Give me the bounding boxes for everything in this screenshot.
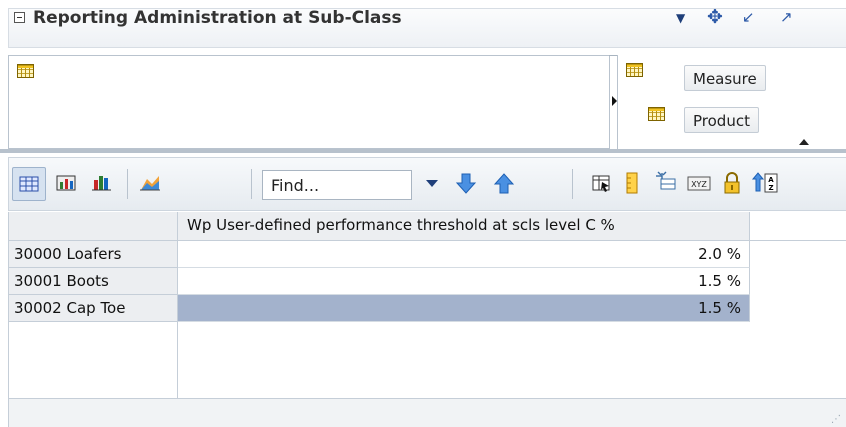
table-corner bbox=[9, 212, 178, 241]
row-header[interactable]: 30002 Cap Toe bbox=[9, 295, 178, 322]
table-view-button[interactable] bbox=[12, 167, 46, 201]
svg-text:Z: Z bbox=[768, 184, 773, 192]
column-edge-dropzone[interactable] bbox=[8, 55, 610, 149]
svg-text:XYZ: XYZ bbox=[691, 180, 707, 189]
find-input[interactable]: Find... bbox=[262, 170, 412, 200]
arrow-up-icon bbox=[493, 173, 515, 194]
highlight-button[interactable] bbox=[616, 167, 650, 201]
arrow-down-icon bbox=[455, 173, 477, 194]
area-chart-button[interactable] bbox=[134, 167, 168, 201]
move-icon[interactable]: ✥ bbox=[707, 6, 723, 28]
row-header[interactable]: 30000 Loafers bbox=[9, 241, 178, 268]
table-cell[interactable]: 1.5 % bbox=[178, 268, 750, 295]
row-edge-dropzone[interactable]: Measure Product bbox=[617, 55, 846, 149]
toolbar-separator bbox=[127, 169, 128, 199]
dropdown-icon[interactable]: ▼ bbox=[676, 11, 685, 25]
layout-item-measure[interactable]: Measure bbox=[684, 65, 766, 91]
xyz-icon: XYZ bbox=[687, 176, 711, 191]
chart-view-button[interactable] bbox=[86, 167, 120, 201]
chart-table-icon bbox=[56, 175, 76, 191]
find-next-button[interactable] bbox=[450, 167, 484, 201]
collapse-icon[interactable] bbox=[14, 12, 25, 23]
find-previous-button[interactable] bbox=[488, 167, 522, 201]
detach-button[interactable] bbox=[585, 167, 619, 201]
grid-icon bbox=[647, 107, 665, 121]
find-dropdown-icon[interactable] bbox=[426, 180, 438, 187]
collapse-up-icon[interactable] bbox=[799, 139, 809, 145]
chart-table-view-button[interactable] bbox=[50, 167, 84, 201]
grid-icon bbox=[626, 63, 643, 77]
sort-az-icon: A Z bbox=[751, 172, 778, 193]
resize-grip-icon[interactable]: ⋰ bbox=[831, 414, 841, 425]
layout-item-product[interactable]: Product bbox=[684, 107, 759, 133]
highlight-icon bbox=[626, 172, 638, 194]
row-header-filler bbox=[9, 322, 178, 398]
lock-button[interactable] bbox=[716, 167, 750, 201]
table-cell-selected[interactable]: 1.5 % bbox=[178, 295, 750, 322]
panel-title: Reporting Administration at Sub-Class bbox=[33, 8, 402, 28]
lock-icon bbox=[724, 172, 740, 194]
status-bar: ⋰ bbox=[8, 398, 846, 427]
table-icon bbox=[19, 176, 39, 192]
bar-chart-icon bbox=[92, 176, 111, 191]
data-table: Wp User-defined performance threshold at… bbox=[8, 212, 846, 398]
toolbar-separator bbox=[572, 169, 573, 199]
freeze-icon bbox=[656, 171, 676, 190]
table-cell[interactable]: 2.0 % bbox=[178, 241, 750, 268]
layout-splitter[interactable] bbox=[0, 149, 846, 153]
expand-icon[interactable]: ↗ bbox=[780, 8, 793, 26]
row-header[interactable]: 30001 Boots bbox=[9, 268, 178, 295]
shrink-icon[interactable]: ↙ bbox=[742, 8, 755, 26]
separator bbox=[609, 55, 617, 56]
column-header[interactable]: Wp User-defined performance threshold at… bbox=[178, 212, 750, 241]
header-filler bbox=[750, 212, 846, 241]
toolbar-separator bbox=[251, 169, 252, 199]
detach-icon bbox=[592, 175, 610, 192]
sort-button[interactable]: A Z bbox=[750, 167, 780, 201]
area-chart-icon bbox=[140, 176, 160, 191]
svg-text:A: A bbox=[768, 176, 774, 184]
grid-icon bbox=[17, 64, 34, 78]
freeze-button[interactable] bbox=[650, 167, 684, 201]
xyz-format-button[interactable]: XYZ bbox=[683, 167, 717, 201]
